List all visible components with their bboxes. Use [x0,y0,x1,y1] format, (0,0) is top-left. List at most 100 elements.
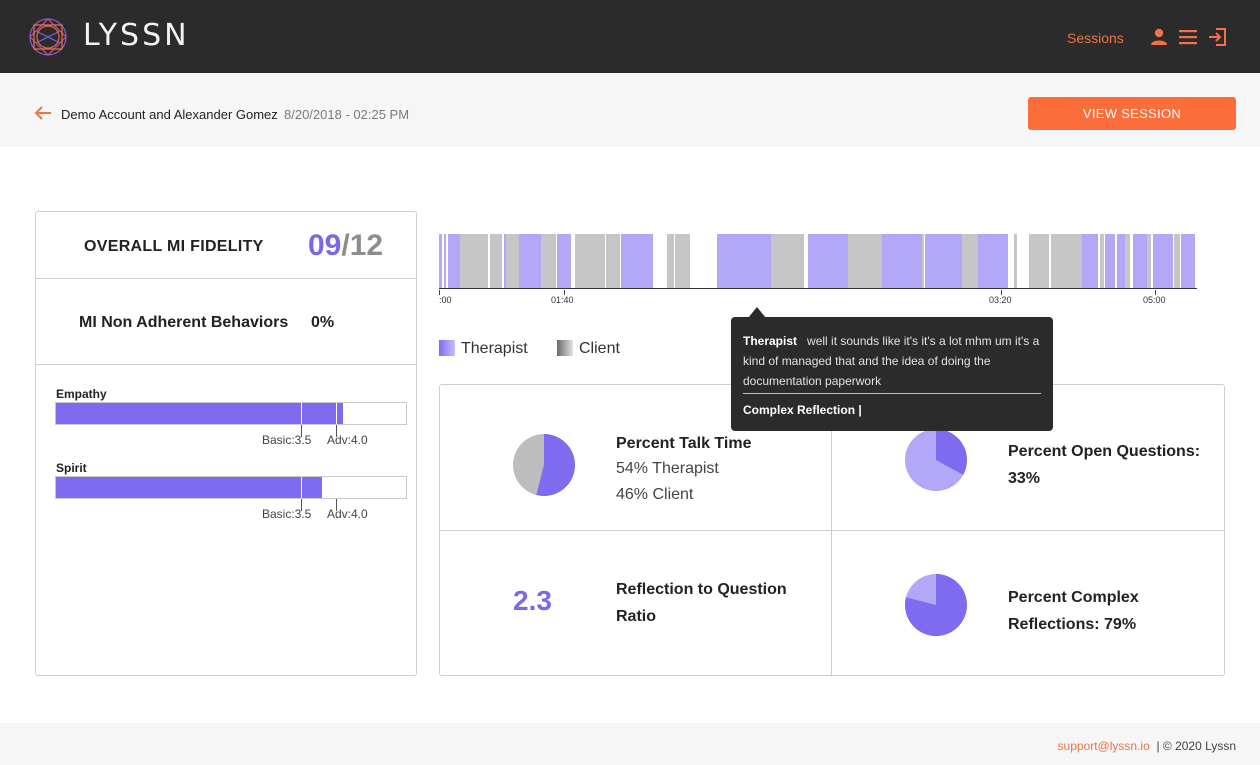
therapist-turn-segment[interactable] [1153,234,1173,288]
client-turn-segment[interactable] [675,234,690,288]
user-icon[interactable] [1149,27,1169,47]
adv-threshold-label: Adv:4.0 [327,433,368,447]
tooltip-code: Complex Reflection | [743,403,862,417]
tooltip-speaker: Therapist [743,334,798,348]
client-turn-segment[interactable] [575,234,605,288]
fidelity-label: OVERALL MI FIDELITY [84,238,264,255]
client-turn-segment[interactable] [541,234,556,288]
view-session-button[interactable]: VIEW SESSION [1028,97,1236,130]
non-adherent-label: MI Non Adherent Behaviors [79,314,289,331]
reflection-ratio-value: 2.3 [513,585,552,616]
support-email-link[interactable]: support@lyssn.io [1058,739,1150,753]
client-turn-segment[interactable] [922,234,924,288]
session-date: 8/20/2018 - 02:25 PM [284,107,410,122]
spirit-bar-fill [56,477,322,498]
client-turn-segment[interactable] [667,234,674,288]
therapist-turn-segment[interactable] [1082,234,1098,288]
therapist-turn-segment[interactable] [978,234,1008,288]
axis-label: 01:40 [551,295,574,305]
client-turn-segment[interactable] [1125,234,1130,288]
therapist-turn-segment[interactable] [1117,234,1125,288]
session-timeline[interactable] [439,234,1197,289]
client-turn-segment[interactable] [1147,234,1151,288]
therapist-turn-segment[interactable] [621,234,653,288]
empathy-bar-fill [56,403,343,424]
client-turn-segment[interactable] [606,234,620,288]
lyssn-logo-icon[interactable] [22,11,74,63]
adv-threshold-label: Adv:4.0 [327,507,368,521]
back-arrow-icon[interactable] [34,104,52,122]
therapist-turn-segment[interactable] [925,234,962,288]
complex-reflections-title-2: Reflections: 79% [1008,616,1137,633]
client-turn-segment[interactable] [962,234,978,288]
client-turn-segment[interactable] [771,234,804,288]
therapist-turn-segment[interactable] [439,234,442,288]
open-questions-pie-chart [905,429,967,491]
logout-icon[interactable] [1207,27,1227,47]
therapist-turn-segment[interactable] [1133,234,1147,288]
divider [36,278,416,279]
empathy-label: Empathy [56,387,107,401]
therapist-turn-segment[interactable] [557,234,571,288]
talk-time-therapist: 54% Therapist [616,460,719,477]
adv-marker [336,477,337,498]
therapist-turn-segment[interactable] [882,234,922,288]
non-adherent-value: 0% [311,314,335,331]
divider [440,530,1224,531]
axis-label: 03:20 [989,295,1012,305]
client-turn-segment[interactable] [1029,234,1049,288]
session-title: Demo Account and Alexander Gomez [61,107,278,122]
client-turn-segment[interactable] [1174,234,1180,288]
fidelity-score-max: /12 [341,229,384,262]
therapist-turn-segment[interactable] [448,234,460,288]
client-turn-segment[interactable] [506,234,519,288]
footer-text: support@lyssn.io | © 2020 Lyssn [1058,739,1236,753]
fidelity-score: 09/12 [308,229,383,263]
axis-label: 05:00 [1143,295,1166,305]
talk-time-title: Percent Talk Time [616,435,752,452]
therapist-turn-segment[interactable] [444,234,446,288]
open-questions-title: Percent Open Questions: [1008,443,1201,460]
fidelity-panel: OVERALL MI FIDELITY 09/12 MI Non Adheren… [35,211,417,676]
therapist-legend-swatch [439,340,455,356]
talk-time-pie-chart [513,434,575,496]
client-turn-segment[interactable] [460,234,488,288]
reflection-ratio-title: Reflection to Question [616,581,787,598]
client-turn-segment[interactable] [848,234,882,288]
adv-marker [336,403,337,424]
reflection-ratio-title-2: Ratio [616,608,656,625]
nav-sessions-link[interactable]: Sessions [1067,30,1124,46]
therapist-turn-segment[interactable] [519,234,541,288]
talk-time-client: 46% Client [616,486,694,503]
fidelity-score-value: 09 [308,229,342,262]
client-turn-segment[interactable] [1051,234,1082,288]
client-legend-swatch [557,340,573,356]
tooltip-utterance: Therapist well it sounds like it's it's … [743,331,1045,391]
spirit-bar [55,476,407,499]
copyright: | © 2020 Lyssn [1156,739,1236,753]
open-questions-value: 33% [1008,470,1041,487]
basic-threshold-label: Basic:3.5 [262,433,312,447]
axis-label: :00 [439,295,452,305]
therapist-turn-segment[interactable] [717,234,771,288]
utterance-tooltip: Therapist well it sounds like it's it's … [731,317,1053,431]
divider [36,364,416,365]
complex-reflections-title: Percent Complex [1008,589,1139,606]
therapist-turn-segment[interactable] [808,234,848,288]
complex-reflections-pie-chart [905,574,967,636]
top-navbar: LYSSN Sessions [0,0,1260,73]
spirit-label: Spirit [56,461,87,475]
basic-marker [301,403,302,424]
client-turn-segment[interactable] [1014,234,1017,288]
menu-icon[interactable] [1178,27,1198,47]
client-turn-segment[interactable] [1100,234,1104,288]
basic-marker [301,477,302,498]
therapist-turn-segment[interactable] [1105,234,1115,288]
tooltip-divider [743,393,1041,394]
therapist-legend-label: Therapist [461,340,528,357]
empathy-bar [55,402,407,425]
therapist-turn-segment[interactable] [1181,234,1195,288]
basic-threshold-label: Basic:3.5 [262,507,312,521]
client-legend-label: Client [579,340,620,357]
client-turn-segment[interactable] [490,234,502,288]
